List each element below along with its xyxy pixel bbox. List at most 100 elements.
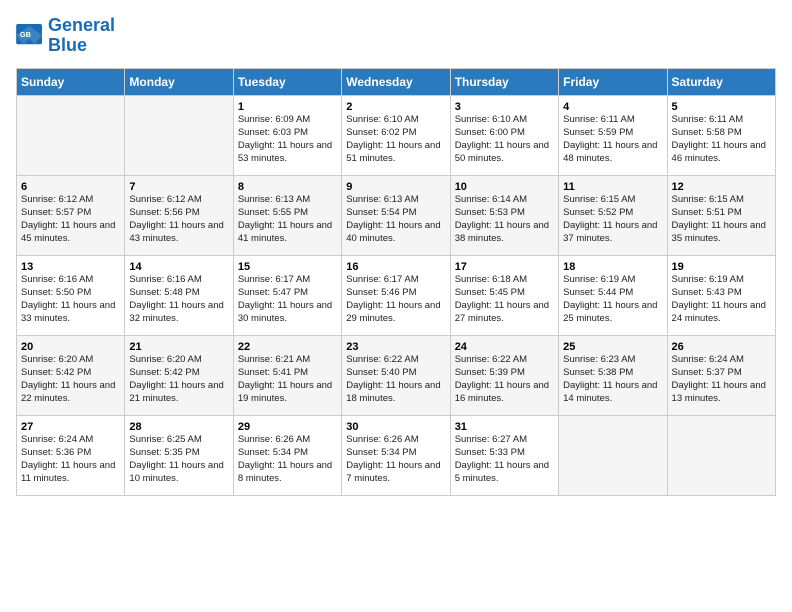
dow-sunday: Sunday bbox=[17, 68, 125, 95]
dow-tuesday: Tuesday bbox=[233, 68, 341, 95]
week-row-3: 13Sunrise: 6:16 AMSunset: 5:50 PMDayligh… bbox=[17, 255, 776, 335]
calendar-cell: 19Sunrise: 6:19 AMSunset: 5:43 PMDayligh… bbox=[667, 255, 775, 335]
day-number: 6 bbox=[21, 180, 120, 195]
day-number: 23 bbox=[346, 340, 445, 355]
calendar-cell: 13Sunrise: 6:16 AMSunset: 5:50 PMDayligh… bbox=[17, 255, 125, 335]
day-info: Sunrise: 6:26 AMSunset: 5:34 PMDaylight:… bbox=[346, 434, 445, 485]
svg-text:GB: GB bbox=[20, 30, 31, 39]
day-number: 26 bbox=[672, 340, 771, 355]
calendar-cell: 20Sunrise: 6:20 AMSunset: 5:42 PMDayligh… bbox=[17, 335, 125, 415]
day-number: 31 bbox=[455, 420, 554, 435]
calendar-cell: 14Sunrise: 6:16 AMSunset: 5:48 PMDayligh… bbox=[125, 255, 233, 335]
day-info: Sunrise: 6:19 AMSunset: 5:44 PMDaylight:… bbox=[563, 274, 662, 325]
day-number: 21 bbox=[129, 340, 228, 355]
day-info: Sunrise: 6:13 AMSunset: 5:55 PMDaylight:… bbox=[238, 194, 337, 245]
day-info: Sunrise: 6:20 AMSunset: 5:42 PMDaylight:… bbox=[21, 354, 120, 405]
calendar-cell: 18Sunrise: 6:19 AMSunset: 5:44 PMDayligh… bbox=[559, 255, 667, 335]
day-number: 18 bbox=[563, 260, 662, 275]
logo: GB General Blue bbox=[16, 16, 115, 56]
day-number: 24 bbox=[455, 340, 554, 355]
calendar-cell: 31Sunrise: 6:27 AMSunset: 5:33 PMDayligh… bbox=[450, 415, 558, 495]
calendar-cell: 15Sunrise: 6:17 AMSunset: 5:47 PMDayligh… bbox=[233, 255, 341, 335]
day-number: 22 bbox=[238, 340, 337, 355]
calendar-cell: 29Sunrise: 6:26 AMSunset: 5:34 PMDayligh… bbox=[233, 415, 341, 495]
day-info: Sunrise: 6:09 AMSunset: 6:03 PMDaylight:… bbox=[238, 114, 337, 165]
day-info: Sunrise: 6:24 AMSunset: 5:36 PMDaylight:… bbox=[21, 434, 120, 485]
day-number: 27 bbox=[21, 420, 120, 435]
calendar-cell bbox=[559, 415, 667, 495]
calendar-cell: 7Sunrise: 6:12 AMSunset: 5:56 PMDaylight… bbox=[125, 175, 233, 255]
day-number: 20 bbox=[21, 340, 120, 355]
day-number: 25 bbox=[563, 340, 662, 355]
calendar-cell: 5Sunrise: 6:11 AMSunset: 5:58 PMDaylight… bbox=[667, 95, 775, 175]
calendar-cell: 17Sunrise: 6:18 AMSunset: 5:45 PMDayligh… bbox=[450, 255, 558, 335]
day-number: 30 bbox=[346, 420, 445, 435]
calendar-cell: 1Sunrise: 6:09 AMSunset: 6:03 PMDaylight… bbox=[233, 95, 341, 175]
day-number: 1 bbox=[238, 100, 337, 115]
dow-saturday: Saturday bbox=[667, 68, 775, 95]
calendar-cell: 12Sunrise: 6:15 AMSunset: 5:51 PMDayligh… bbox=[667, 175, 775, 255]
day-info: Sunrise: 6:24 AMSunset: 5:37 PMDaylight:… bbox=[672, 354, 771, 405]
days-of-week-header: SundayMondayTuesdayWednesdayThursdayFrid… bbox=[17, 68, 776, 95]
dow-monday: Monday bbox=[125, 68, 233, 95]
logo-blue: Blue bbox=[48, 35, 87, 55]
calendar-cell: 8Sunrise: 6:13 AMSunset: 5:55 PMDaylight… bbox=[233, 175, 341, 255]
logo-text: General Blue bbox=[48, 16, 115, 56]
day-number: 13 bbox=[21, 260, 120, 275]
day-info: Sunrise: 6:16 AMSunset: 5:48 PMDaylight:… bbox=[129, 274, 228, 325]
calendar-cell bbox=[667, 415, 775, 495]
calendar-cell: 26Sunrise: 6:24 AMSunset: 5:37 PMDayligh… bbox=[667, 335, 775, 415]
day-info: Sunrise: 6:23 AMSunset: 5:38 PMDaylight:… bbox=[563, 354, 662, 405]
week-row-5: 27Sunrise: 6:24 AMSunset: 5:36 PMDayligh… bbox=[17, 415, 776, 495]
calendar-cell: 11Sunrise: 6:15 AMSunset: 5:52 PMDayligh… bbox=[559, 175, 667, 255]
day-number: 3 bbox=[455, 100, 554, 115]
calendar-cell: 16Sunrise: 6:17 AMSunset: 5:46 PMDayligh… bbox=[342, 255, 450, 335]
day-info: Sunrise: 6:13 AMSunset: 5:54 PMDaylight:… bbox=[346, 194, 445, 245]
day-number: 16 bbox=[346, 260, 445, 275]
calendar-cell: 28Sunrise: 6:25 AMSunset: 5:35 PMDayligh… bbox=[125, 415, 233, 495]
day-info: Sunrise: 6:19 AMSunset: 5:43 PMDaylight:… bbox=[672, 274, 771, 325]
week-row-4: 20Sunrise: 6:20 AMSunset: 5:42 PMDayligh… bbox=[17, 335, 776, 415]
day-info: Sunrise: 6:11 AMSunset: 5:58 PMDaylight:… bbox=[672, 114, 771, 165]
calendar-cell: 4Sunrise: 6:11 AMSunset: 5:59 PMDaylight… bbox=[559, 95, 667, 175]
day-number: 17 bbox=[455, 260, 554, 275]
day-number: 14 bbox=[129, 260, 228, 275]
calendar-cell: 21Sunrise: 6:20 AMSunset: 5:42 PMDayligh… bbox=[125, 335, 233, 415]
week-row-1: 1Sunrise: 6:09 AMSunset: 6:03 PMDaylight… bbox=[17, 95, 776, 175]
calendar-cell: 2Sunrise: 6:10 AMSunset: 6:02 PMDaylight… bbox=[342, 95, 450, 175]
day-number: 29 bbox=[238, 420, 337, 435]
day-info: Sunrise: 6:11 AMSunset: 5:59 PMDaylight:… bbox=[563, 114, 662, 165]
calendar-cell: 9Sunrise: 6:13 AMSunset: 5:54 PMDaylight… bbox=[342, 175, 450, 255]
day-number: 8 bbox=[238, 180, 337, 195]
calendar-cell: 10Sunrise: 6:14 AMSunset: 5:53 PMDayligh… bbox=[450, 175, 558, 255]
calendar-table: SundayMondayTuesdayWednesdayThursdayFrid… bbox=[16, 68, 776, 496]
week-row-2: 6Sunrise: 6:12 AMSunset: 5:57 PMDaylight… bbox=[17, 175, 776, 255]
day-info: Sunrise: 6:10 AMSunset: 6:02 PMDaylight:… bbox=[346, 114, 445, 165]
day-number: 15 bbox=[238, 260, 337, 275]
calendar-cell: 27Sunrise: 6:24 AMSunset: 5:36 PMDayligh… bbox=[17, 415, 125, 495]
dow-friday: Friday bbox=[559, 68, 667, 95]
day-info: Sunrise: 6:17 AMSunset: 5:47 PMDaylight:… bbox=[238, 274, 337, 325]
calendar-cell: 6Sunrise: 6:12 AMSunset: 5:57 PMDaylight… bbox=[17, 175, 125, 255]
logo-general: General bbox=[48, 15, 115, 35]
day-info: Sunrise: 6:27 AMSunset: 5:33 PMDaylight:… bbox=[455, 434, 554, 485]
calendar-cell: 24Sunrise: 6:22 AMSunset: 5:39 PMDayligh… bbox=[450, 335, 558, 415]
day-info: Sunrise: 6:15 AMSunset: 5:51 PMDaylight:… bbox=[672, 194, 771, 245]
calendar-cell: 3Sunrise: 6:10 AMSunset: 6:00 PMDaylight… bbox=[450, 95, 558, 175]
day-info: Sunrise: 6:20 AMSunset: 5:42 PMDaylight:… bbox=[129, 354, 228, 405]
day-info: Sunrise: 6:15 AMSunset: 5:52 PMDaylight:… bbox=[563, 194, 662, 245]
day-info: Sunrise: 6:17 AMSunset: 5:46 PMDaylight:… bbox=[346, 274, 445, 325]
day-number: 9 bbox=[346, 180, 445, 195]
day-info: Sunrise: 6:25 AMSunset: 5:35 PMDaylight:… bbox=[129, 434, 228, 485]
day-info: Sunrise: 6:22 AMSunset: 5:40 PMDaylight:… bbox=[346, 354, 445, 405]
calendar-cell: 23Sunrise: 6:22 AMSunset: 5:40 PMDayligh… bbox=[342, 335, 450, 415]
day-info: Sunrise: 6:16 AMSunset: 5:50 PMDaylight:… bbox=[21, 274, 120, 325]
day-number: 12 bbox=[672, 180, 771, 195]
day-number: 2 bbox=[346, 100, 445, 115]
day-number: 4 bbox=[563, 100, 662, 115]
logo-icon: GB bbox=[16, 24, 44, 48]
day-info: Sunrise: 6:10 AMSunset: 6:00 PMDaylight:… bbox=[455, 114, 554, 165]
day-number: 10 bbox=[455, 180, 554, 195]
day-info: Sunrise: 6:12 AMSunset: 5:56 PMDaylight:… bbox=[129, 194, 228, 245]
day-info: Sunrise: 6:14 AMSunset: 5:53 PMDaylight:… bbox=[455, 194, 554, 245]
